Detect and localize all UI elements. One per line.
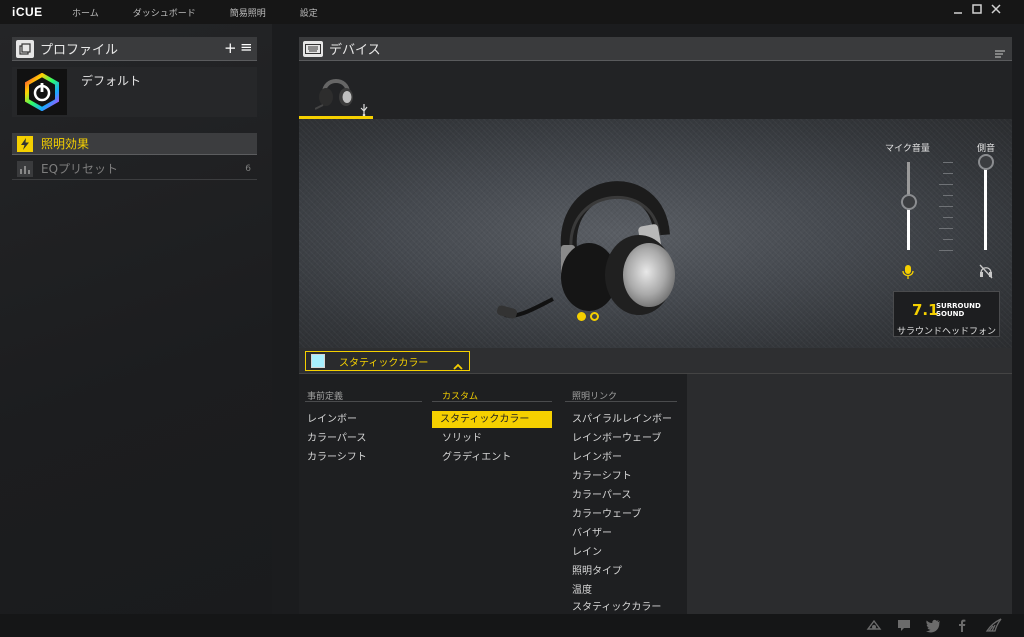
nav-settings[interactable]: 設定 xyxy=(300,6,318,19)
microphone-icon[interactable] xyxy=(901,264,915,284)
menu-item-static-color[interactable]: スタティックカラー xyxy=(432,411,552,428)
profile-folder-icon xyxy=(16,39,34,58)
corsair-app-icon[interactable] xyxy=(866,617,882,633)
scale-tick xyxy=(943,162,953,163)
effect-menu: 事前定義 カスタム 照明リンク レインボー カラーパース カラーシフト スタティ… xyxy=(299,374,687,614)
effect-settings-panel xyxy=(687,374,1012,614)
sidetone-knob[interactable] xyxy=(978,154,994,170)
scale-tick xyxy=(943,173,953,174)
preset-count: 6 xyxy=(245,163,251,174)
surround-line1: SURROUND xyxy=(936,302,981,310)
menu-item-link-color-pulse[interactable]: カラーパース xyxy=(572,487,631,504)
device-preview: マイク音量 側音 7.1 SURROUND SOUND サラウンドヘッドフォン xyxy=(299,119,1012,348)
divider xyxy=(565,401,677,402)
menu-item-link-color-shift[interactable]: カラーシフト xyxy=(572,468,632,485)
sidebar-item-eq-presets[interactable]: EQプリセット 6 xyxy=(12,158,257,180)
icue-logo-icon xyxy=(17,69,67,115)
scale-tick xyxy=(939,250,953,251)
menu-item-color-shift[interactable]: カラーシフト xyxy=(307,449,367,466)
profile-menu-button[interactable]: ≡ xyxy=(240,38,253,56)
surround-line2: SOUND xyxy=(936,310,965,318)
profile-card-default[interactable]: デフォルト xyxy=(12,67,257,117)
lighting-effect-bar: スタティックカラー xyxy=(299,348,1012,374)
nav-instant-lighting[interactable]: 簡易照明 xyxy=(230,6,266,19)
menu-item-rain[interactable]: レイン xyxy=(572,544,602,561)
menu-item-spiral-rainbow[interactable]: スパイラルレインボー xyxy=(572,411,672,428)
equalizer-icon xyxy=(17,160,33,177)
add-profile-button[interactable]: + xyxy=(224,39,237,57)
divider xyxy=(305,401,422,402)
sidetone-fill xyxy=(984,162,987,250)
keyboard-icon xyxy=(303,40,323,57)
divider xyxy=(432,401,552,402)
scale-tick xyxy=(939,206,953,207)
lightning-icon xyxy=(17,135,33,152)
scale-tick xyxy=(943,195,953,196)
twitter-icon[interactable] xyxy=(925,617,941,633)
menu-item-link-static-color[interactable]: スタティックカラー xyxy=(572,601,661,614)
surround-caption: サラウンドヘッドフォン xyxy=(897,327,997,337)
mic-volume-label: マイク音量 xyxy=(885,144,930,154)
sidebar-item-label: EQプリセット xyxy=(41,162,119,176)
surround-sound-toggle[interactable]: 7.1 SURROUND SOUND サラウンドヘッドフォン xyxy=(893,291,1000,337)
sidetone-slider[interactable] xyxy=(984,162,987,250)
sidetone-muted-icon[interactable] xyxy=(978,263,994,283)
menu-item-link-rainbow[interactable]: レインボー xyxy=(572,449,622,466)
device-header: デバイス xyxy=(299,37,1012,61)
profiles-header: プロファイル + ≡ xyxy=(12,37,257,61)
menu-item-gradient[interactable]: グラディエント xyxy=(442,449,511,466)
menu-item-solid[interactable]: ソリッド xyxy=(442,430,482,447)
chevron-up-icon xyxy=(453,356,463,375)
sidebar-item-lighting-effects[interactable]: 照明効果 xyxy=(12,133,257,155)
usb-icon xyxy=(359,101,369,120)
headset-image xyxy=(497,181,675,319)
minimize-icon[interactable] xyxy=(950,3,966,18)
lighting-effect-dropdown[interactable]: スタティックカラー xyxy=(305,351,470,371)
menu-item-rainbow[interactable]: レインボー xyxy=(307,411,357,428)
device-title: デバイス xyxy=(329,43,381,58)
app-logo: iCUE xyxy=(12,5,43,19)
sidebar-item-label: 照明効果 xyxy=(41,137,90,151)
scale-tick xyxy=(943,239,953,240)
profiles-title: プロファイル xyxy=(40,43,119,58)
profile-name: デフォルト xyxy=(81,74,142,88)
scale-tick xyxy=(943,217,953,218)
title-bar: iCUE ホーム ダッシュボード 簡易照明 設定 xyxy=(0,0,1024,24)
mic-led-dot[interactable] xyxy=(577,312,586,321)
sidetone-label: 側音 xyxy=(977,144,996,154)
surround-number: 7.1 xyxy=(912,301,939,319)
nav-home[interactable]: ホーム xyxy=(72,6,99,19)
earcup-led-dot[interactable] xyxy=(590,312,599,321)
maximize-icon[interactable] xyxy=(969,3,985,18)
scale-tick xyxy=(939,228,953,229)
menu-item-temperature[interactable]: 温度 xyxy=(572,582,592,599)
menu-item-lighting-type[interactable]: 照明タイプ xyxy=(572,563,622,580)
menu-item-rainbow-wave[interactable]: レインボーウェーブ xyxy=(572,430,661,447)
menu-item-color-pulse[interactable]: カラーパース xyxy=(307,430,366,447)
current-effect-label: スタティックカラー xyxy=(339,357,429,369)
corsair-logo-icon[interactable] xyxy=(985,617,1002,633)
mic-volume-knob[interactable] xyxy=(901,193,917,210)
scale-tick xyxy=(939,184,953,185)
device-tab-bar xyxy=(299,61,1012,119)
surround-text: SURROUND SOUND xyxy=(936,302,981,318)
headset-thumbnail-icon xyxy=(315,79,353,110)
facebook-icon[interactable] xyxy=(954,617,970,633)
device-tab-headset[interactable] xyxy=(299,61,373,119)
color-swatch[interactable] xyxy=(311,354,325,368)
chat-icon[interactable] xyxy=(896,617,912,633)
menu-item-color-wave[interactable]: カラーウェーブ xyxy=(572,506,641,523)
nav-dashboard[interactable]: ダッシュボード xyxy=(133,6,196,19)
menu-item-visor[interactable]: バイザー xyxy=(572,525,612,542)
close-icon[interactable] xyxy=(988,3,1004,18)
